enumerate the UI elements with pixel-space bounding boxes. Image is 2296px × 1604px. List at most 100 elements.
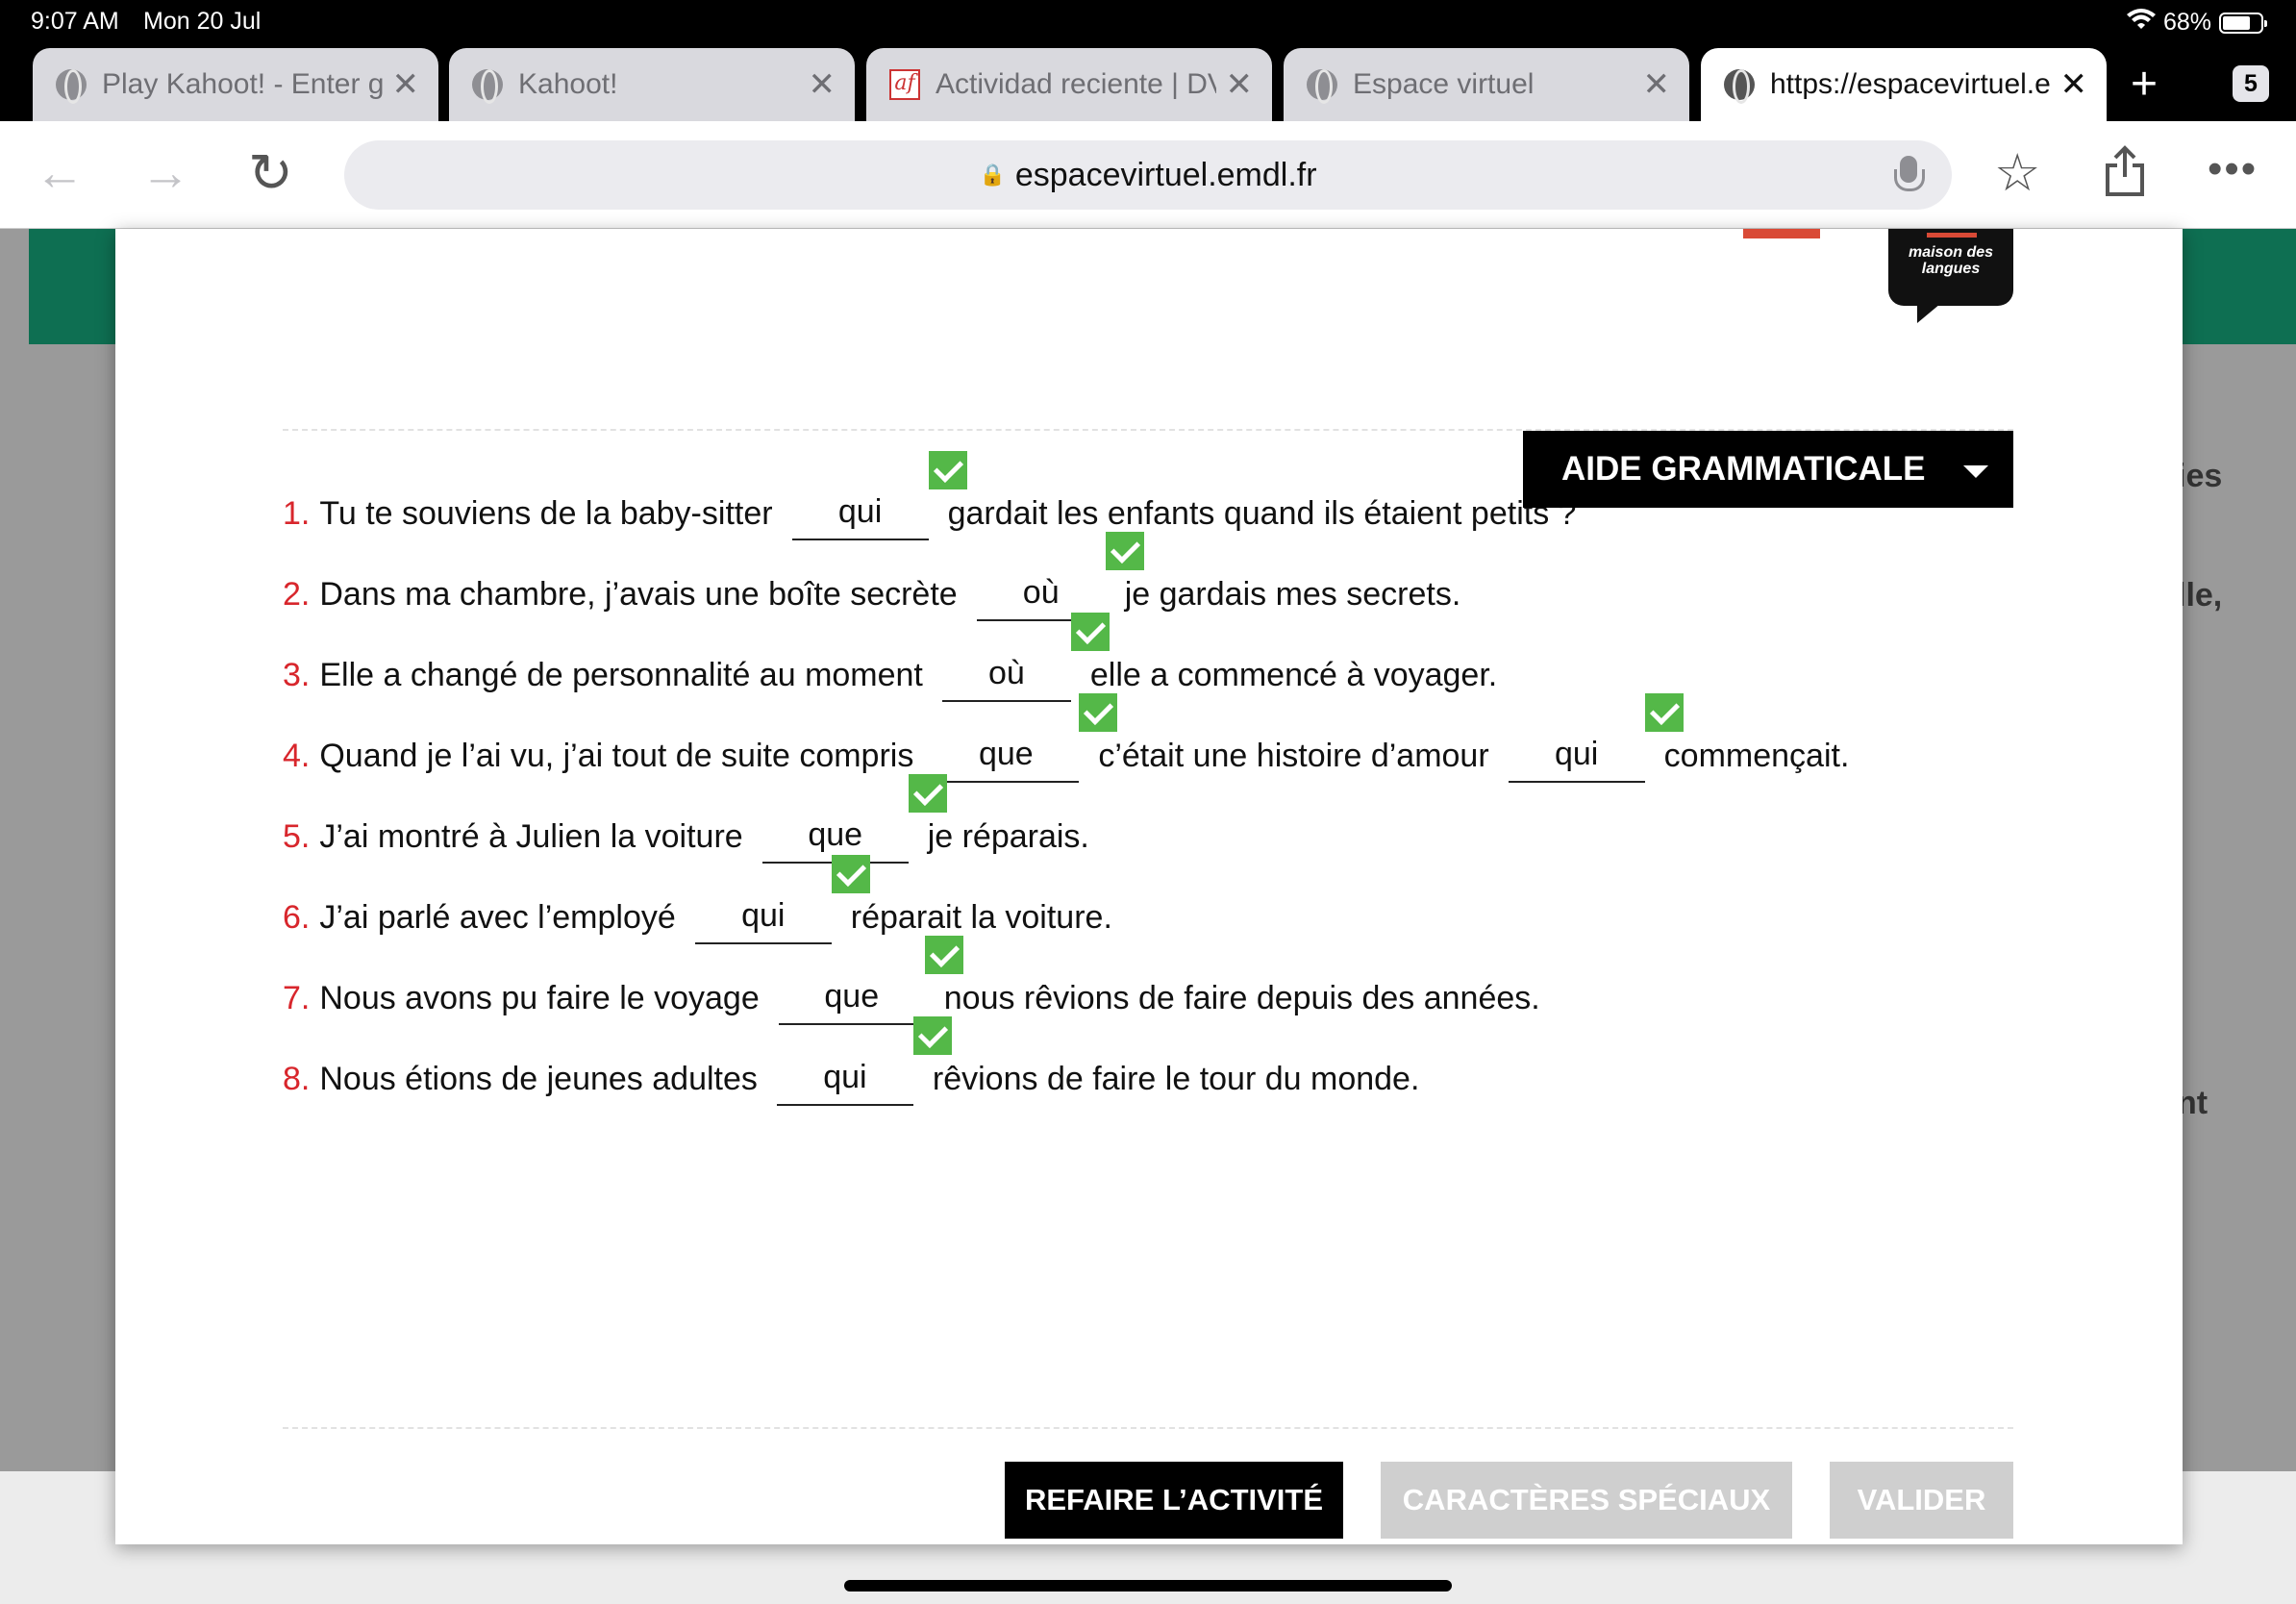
exercise-number: 3. [283,657,311,693]
globe-icon [1724,69,1755,104]
battery-percent: 68% [2162,9,2211,36]
tab-bar: Play Kahoot! - Enter game PIN ✕ Kahoot! … [0,44,2296,121]
status-bar: 9:07 AM Mon 20 Jul 68% [0,0,2296,44]
background-text: ies [2177,458,2223,494]
correct-check-icon [1079,693,1118,732]
answer-value: qui [1554,736,1599,772]
correct-check-icon [924,936,963,974]
answer-field[interactable]: que [778,936,963,1025]
divider-bottom [283,1427,2013,1429]
correct-check-icon [912,1016,952,1055]
more-options-icon[interactable]: ••• [2208,140,2258,198]
exercise-number: 5. [283,818,311,855]
exercise-item: 8. Nous étions de jeunes adultes qui rêvion… [283,1016,1420,1106]
answer-field[interactable]: qui [1508,693,1684,783]
tab-count-button[interactable]: 5 [2233,65,2269,102]
exercise-text: Dans ma chambre, j’avais une boîte secrè… [319,576,958,613]
exercise-text: je gardais mes secrets. [1124,576,1461,613]
bookmark-star-icon[interactable]: ☆ [1994,144,2040,202]
redo-activity-button[interactable]: REFAIRE L’ACTIVITÉ [1005,1462,1343,1539]
answer-value: où [987,655,1025,691]
af-logo-icon: af [889,69,920,100]
exercise-number: 2. [283,576,311,613]
exercise-number: 6. [283,899,311,936]
exercise-text: Tu te souviens de la baby-sitter [319,495,773,532]
grammar-help-dropdown[interactable]: AIDE GRAMMATICALE [1523,431,2013,508]
exercise-item: 5. J’ai montré à Julien la voiture que je r… [283,774,1089,864]
answer-value: qui [741,897,786,934]
caret-down-icon [1963,465,1988,478]
answer-value: qui [823,1059,867,1095]
exercise-number: 1. [283,495,311,532]
exercise-text: Quand je l’ai vu, j’ai tout de suite com… [319,738,914,774]
exercise-text: J’ai montré à Julien la voiture [319,818,743,855]
tab-espacevirtuel-active[interactable]: https://espacevirtuel.emdl.fr ✕ [1701,48,2107,121]
close-icon[interactable]: ✕ [1226,65,1254,104]
tab-play-kahoot[interactable]: Play Kahoot! - Enter game PIN ✕ [33,48,438,121]
background-text: lle, [2177,577,2223,614]
tab-label: Kahoot! [518,68,618,100]
correct-check-icon [908,774,947,813]
exercise-text: Elle a changé de personnalité au moment [319,657,923,693]
answer-field[interactable]: qui [694,855,870,944]
exercise-modal: maison des langues 1. Tu te souviens de l… [115,229,2183,1544]
answer-field[interactable]: qui [791,451,967,540]
exercise-text: rêvions de faire le tour du monde. [932,1061,1420,1097]
wifi-icon [2126,8,2156,38]
grammar-help-label: AIDE GRAMMATICALE [1561,450,1926,488]
answer-value: que [808,816,863,853]
status-time: 9:07 AM [31,8,119,35]
close-icon[interactable]: ✕ [1643,65,1671,104]
answer-value: où [1022,574,1060,611]
tab-label: Play Kahoot! - Enter game PIN [102,68,383,100]
tab-label: Actividad reciente | DVD [936,68,1216,100]
exercise-item: 7. Nous avons pu faire le voyage que nous r… [283,936,1540,1025]
home-indicator [844,1580,1452,1591]
address-url: espacevirtuel.emdl.fr [1014,156,1317,193]
answer-field[interactable]: qui [776,1016,952,1106]
exercise-text: J’ai parlé avec l’employé [319,899,676,936]
exercise-item: 2. Dans ma chambre, j’avais une boîte sec… [283,532,1461,621]
close-icon[interactable]: ✕ [809,65,836,104]
forward-arrow-icon[interactable]: → [140,144,190,202]
exercise-text: commençait. [1663,738,1850,774]
exercise-item: 6. J’ai parlé avec l’employé qui réparait l… [283,855,1112,944]
address-bar[interactable]: 🔒 espacevirtuel.emdl.fr [344,140,1952,210]
new-tab-plus-icon[interactable]: + [2131,62,2158,108]
red-accent-strip [1743,229,1820,238]
correct-check-icon [1105,532,1144,570]
microphone-icon[interactable] [1894,156,1925,191]
exercise-text: gardait les enfants quand ils étaient pe… [947,495,1577,532]
exercise-item: 4. Quand je l’ai vu, j’ai tout de suite c… [283,693,1850,783]
validate-button[interactable]: VALIDER [1830,1462,2013,1539]
special-characters-button[interactable]: CARACTÈRES SPÉCIAUX [1381,1462,1792,1539]
tab-espace-virtuel[interactable]: Espace virtuel ✕ [1284,48,1689,121]
answer-field[interactable]: que [933,693,1118,783]
exercise-item: 1. Tu te souviens de la baby-sitter qui gar… [283,451,1577,540]
answer-value: que [824,978,880,1015]
back-arrow-icon[interactable]: ← [35,144,85,202]
exercise-text: réparait la voiture. [850,899,1112,936]
close-icon[interactable]: ✕ [392,65,420,104]
exercise-text: c’était une histoire d’amour [1098,738,1489,774]
tab-label: Espace virtuel [1353,68,1535,100]
tab-actividad-reciente[interactable]: af Actividad reciente | DVD ✕ [866,48,1272,121]
correct-check-icon [1070,613,1110,651]
battery-icon [2219,12,2267,34]
reload-icon[interactable]: ↻ [248,144,293,202]
globe-icon [472,69,503,104]
exercise-text: je réparais. [927,818,1089,855]
exercise-item: 3. Elle a changé de personnalité au momen… [283,613,1497,702]
exercise-text: nous rêvions de faire depuis des années. [943,980,1540,1016]
status-right: 68% [2126,8,2267,38]
correct-check-icon [831,855,870,893]
exercise-text: Nous avons pu faire le voyage [319,980,760,1016]
status-date: Mon 20 Jul [143,8,262,35]
exercise-number: 8. [283,1061,311,1097]
tab-kahoot[interactable]: Kahoot! ✕ [449,48,855,121]
browser-toolbar: ← → ↻ 🔒 espacevirtuel.emdl.fr ☆ ••• [0,121,2296,229]
answer-field[interactable]: où [941,613,1110,702]
close-icon[interactable]: ✕ [2060,65,2088,104]
globe-icon [56,69,87,104]
share-icon[interactable] [2104,144,2146,210]
